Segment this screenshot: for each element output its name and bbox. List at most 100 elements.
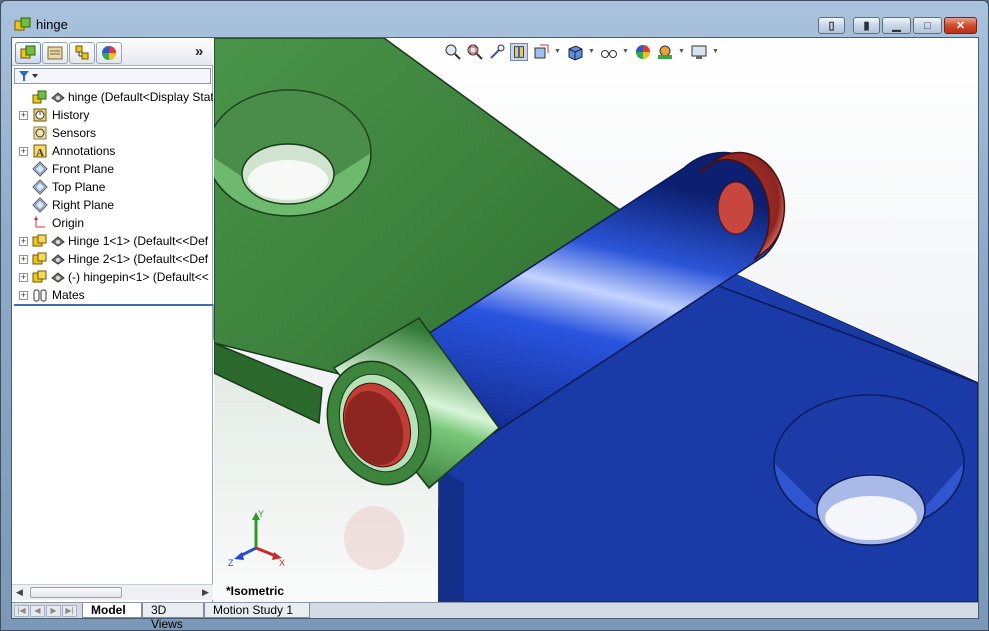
maximize-button[interactable]: □ bbox=[913, 17, 942, 34]
first-tab-icon[interactable]: |◀ bbox=[14, 605, 29, 617]
minimize-button[interactable]: ▁ bbox=[882, 17, 911, 34]
tree-item-label: Sensors bbox=[52, 126, 97, 140]
tree-item-label: Top Plane bbox=[52, 180, 106, 194]
history-icon bbox=[33, 108, 47, 122]
apply-scene-icon[interactable] bbox=[656, 43, 674, 61]
plane-icon bbox=[32, 179, 48, 195]
sensors-icon bbox=[33, 126, 47, 140]
tab-3d-views[interactable]: 3D Views bbox=[142, 603, 204, 631]
hinge-assembly-model[interactable] bbox=[214, 38, 978, 602]
close-button[interactable]: ✕ bbox=[944, 17, 977, 34]
previous-view-icon[interactable] bbox=[488, 43, 506, 61]
origin-icon bbox=[34, 216, 45, 228]
tree-item-label: Origin bbox=[52, 216, 85, 230]
tree-item[interactable]: Right Plane bbox=[12, 196, 213, 214]
dynamic-annotation-icon[interactable] bbox=[532, 43, 550, 61]
next-tab-icon[interactable]: ▶ bbox=[46, 605, 61, 617]
zoom-to-fit-icon[interactable] bbox=[444, 43, 462, 61]
view-settings-dropdown-icon[interactable]: ▼ bbox=[712, 48, 719, 55]
tab-feature-tree[interactable] bbox=[15, 42, 41, 64]
part-icon bbox=[32, 270, 47, 283]
scrollbar-thumb[interactable] bbox=[30, 587, 122, 598]
feature-tree-icon bbox=[20, 45, 36, 59]
tree-item-label: hinge (Default<Display State- bbox=[68, 90, 213, 104]
assembly-icon bbox=[32, 90, 47, 104]
assembly-icon bbox=[14, 17, 31, 31]
prev-tab-icon[interactable]: ◀ bbox=[30, 605, 45, 617]
display-style-dropdown-icon[interactable]: ▼ bbox=[588, 48, 595, 55]
coordinate-triad: Y X Z bbox=[228, 509, 285, 568]
tree-item[interactable]: hinge (Default<Display State- bbox=[12, 88, 213, 106]
display-manager-icon bbox=[102, 46, 116, 60]
view-orientation-icon[interactable] bbox=[566, 43, 584, 61]
bottom-tab-bar: |◀ ◀ ▶ ▶| Model 3D Views Motion Study 1 bbox=[12, 602, 978, 631]
zoom-to-area-icon[interactable] bbox=[466, 43, 484, 61]
tree-item[interactable]: + (-) hingepin<1> (Default<< bbox=[12, 268, 213, 286]
display-state-icon bbox=[51, 254, 65, 265]
title-bar[interactable]: hinge ▯ ▮ ▁ □ ✕ bbox=[1, 1, 988, 37]
application-window: hinge ▯ ▮ ▁ □ ✕ » hinge (Default<Display… bbox=[0, 0, 989, 631]
filter-icon[interactable] bbox=[17, 70, 39, 82]
triad-z-label: Z bbox=[228, 558, 234, 568]
edit-appearance-icon[interactable] bbox=[634, 43, 652, 61]
scroll-left-icon[interactable]: ◀ bbox=[16, 587, 23, 598]
expand-toggle-icon[interactable]: + bbox=[19, 237, 28, 246]
window-title: hinge bbox=[36, 17, 68, 32]
hide-show-items-icon[interactable] bbox=[600, 43, 618, 61]
horizontal-scrollbar[interactable]: ◀ ▶ bbox=[12, 584, 213, 600]
triad-x-label: X bbox=[279, 558, 285, 568]
tree-item-label: Front Plane bbox=[52, 162, 115, 176]
feature-manager-panel: » hinge (Default<Display State- + History S… bbox=[12, 38, 213, 603]
tree-item[interactable]: Top Plane bbox=[12, 178, 213, 196]
tree-item[interactable]: Origin bbox=[12, 214, 213, 232]
tree-item[interactable]: + A Annotations bbox=[12, 142, 213, 160]
svg-text:A: A bbox=[36, 147, 44, 159]
tree-item[interactable]: + Mates bbox=[12, 286, 213, 304]
tab-display-manager[interactable] bbox=[96, 42, 122, 64]
expand-toggle-icon[interactable]: + bbox=[19, 273, 28, 282]
tab-configuration-manager[interactable] bbox=[69, 42, 95, 64]
tree-item[interactable]: + History bbox=[12, 106, 213, 124]
scroll-right-icon[interactable]: ▶ bbox=[202, 587, 209, 598]
graphics-area[interactable]: ▼ ▼ ▼ ▼ ▼ Y X Z *Isometric bbox=[214, 38, 978, 602]
mates-icon bbox=[33, 289, 47, 302]
last-tab-icon[interactable]: ▶| bbox=[62, 605, 77, 617]
expand-toggle-icon[interactable]: + bbox=[19, 111, 28, 120]
tree-item[interactable]: Sensors bbox=[12, 124, 213, 142]
display-state-icon bbox=[51, 272, 65, 283]
hide-show-dropdown-icon[interactable]: ▼ bbox=[622, 48, 629, 55]
expand-toggle-icon[interactable]: + bbox=[19, 147, 28, 156]
tree-item-label: (-) hingepin<1> (Default<< bbox=[68, 270, 209, 284]
view-orientation-dropdown-icon[interactable]: ▼ bbox=[554, 48, 561, 55]
annotations-icon: A bbox=[33, 144, 47, 159]
tree-item[interactable]: Front Plane bbox=[12, 160, 213, 178]
tree-item-label: Right Plane bbox=[52, 198, 115, 212]
filter-bar[interactable] bbox=[14, 68, 211, 84]
tab-model[interactable]: Model bbox=[82, 603, 142, 618]
tree-item-label: Annotations bbox=[52, 144, 116, 158]
tree-item[interactable]: + Hinge 2<1> (Default<<Def bbox=[12, 250, 213, 268]
plane-icon bbox=[32, 197, 48, 213]
part-icon bbox=[32, 234, 47, 247]
view-settings-icon[interactable] bbox=[690, 43, 708, 61]
tab-motion-study[interactable]: Motion Study 1 bbox=[204, 603, 310, 618]
tree-rollback-bar[interactable] bbox=[14, 304, 213, 306]
tree-item[interactable]: + Hinge 1<1> (Default<<Def bbox=[12, 232, 213, 250]
feature-tree: hinge (Default<Display State- + History Sen… bbox=[12, 88, 213, 308]
tree-item-label: Hinge 1<1> (Default<<Def bbox=[68, 234, 209, 248]
expand-toggle-icon[interactable]: + bbox=[19, 291, 28, 300]
display-state-icon bbox=[51, 236, 65, 247]
configuration-manager-icon bbox=[75, 45, 89, 60]
tile-horizontal-button[interactable]: ▯ bbox=[818, 17, 845, 34]
expand-toggle-icon[interactable]: + bbox=[19, 255, 28, 264]
property-manager-icon bbox=[47, 46, 63, 60]
section-view-icon[interactable] bbox=[510, 43, 528, 61]
tile-vertical-button[interactable]: ▮ bbox=[853, 17, 880, 34]
expand-panel-button[interactable]: » bbox=[195, 43, 203, 60]
display-state-icon bbox=[51, 92, 65, 103]
tab-property-manager[interactable] bbox=[42, 42, 68, 64]
apply-scene-dropdown-icon[interactable]: ▼ bbox=[678, 48, 685, 55]
plane-icon bbox=[32, 161, 48, 177]
view-orientation-label: *Isometric bbox=[226, 584, 285, 598]
triad-y-label: Y bbox=[258, 509, 264, 519]
